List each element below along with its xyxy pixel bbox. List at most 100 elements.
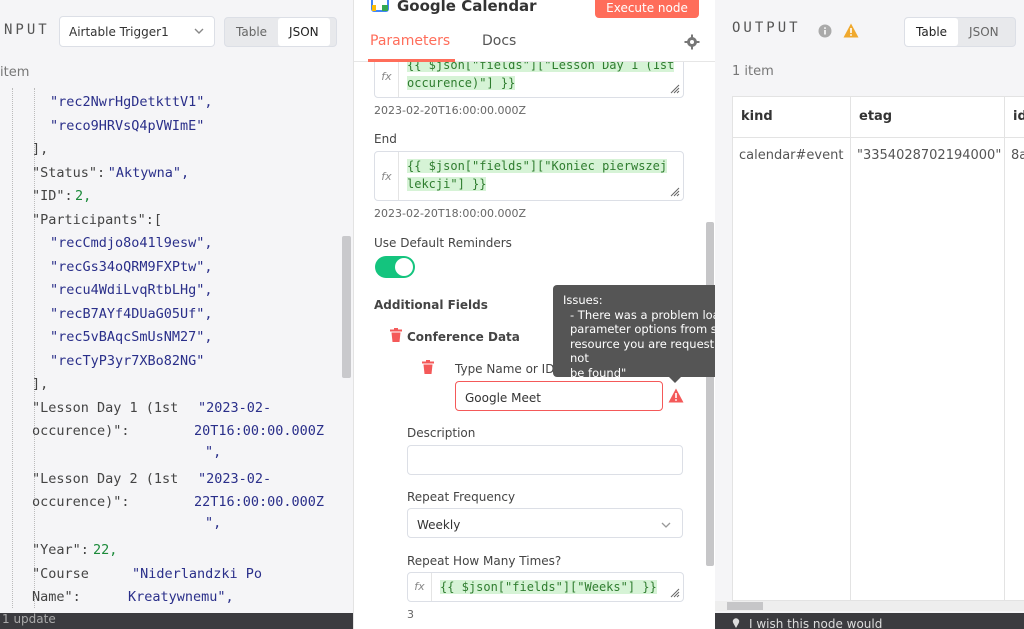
input-item-count: item xyxy=(0,65,30,80)
json-text: occurence)": xyxy=(32,423,130,439)
output-view-table[interactable]: Table xyxy=(905,18,959,46)
json-text: "rec2NwrHgDetkttV1", xyxy=(50,94,213,110)
start-expression-field[interactable]: fx {{ $json["fields"]["Lesson Day 1 (1st… xyxy=(374,62,684,98)
json-text: "Lesson Day 2 (1st xyxy=(32,471,179,487)
cell-kind: calendar#event xyxy=(733,138,851,600)
modal-scrollbar[interactable] xyxy=(706,222,714,566)
input-title: NPUT xyxy=(4,22,50,38)
json-text: ", xyxy=(205,515,222,531)
output-title: OUTPUT xyxy=(732,20,801,36)
json-text: "Participants":[ xyxy=(32,211,163,228)
warning-icon[interactable] xyxy=(668,388,684,403)
fx-icon: fx xyxy=(408,573,432,601)
output-item-count: 1 item xyxy=(732,64,774,79)
json-text: "rec5vBAqcSmUsNM27", xyxy=(50,329,213,345)
json-text: occurence)": xyxy=(32,494,130,510)
info-icon[interactable] xyxy=(818,24,832,38)
output-panel: OUTPUT Table JSON 1 item kind etag id ca… xyxy=(715,0,1024,629)
json-text: "recu4WdiLvqRtbLHg", xyxy=(50,282,213,298)
chevron-down-icon xyxy=(661,522,671,528)
google-calendar-icon xyxy=(371,0,389,12)
pin-icon xyxy=(732,618,740,628)
repeat-frequency-value: Weekly xyxy=(417,518,461,532)
repeat-frequency-select[interactable]: Weekly xyxy=(407,508,683,538)
gear-icon[interactable] xyxy=(684,34,700,50)
trash-icon[interactable] xyxy=(422,360,434,374)
end-hint: 2023-02-20T18:00:00.000Z xyxy=(374,207,527,220)
node-title[interactable]: Google Calendar xyxy=(397,0,537,15)
resize-handle-icon[interactable] xyxy=(670,84,680,94)
fx-icon: fx xyxy=(375,152,399,200)
cell-id: 8a xyxy=(1005,138,1024,600)
json-text: Kreatywnemu", xyxy=(128,589,234,605)
input-node-select-value: Airtable Trigger1 xyxy=(69,25,169,39)
json-text: 20T16:00:00.000Z xyxy=(194,423,325,439)
column-header-id[interactable]: id xyxy=(1005,97,1024,138)
description-input[interactable] xyxy=(407,445,683,475)
fx-icon: fx xyxy=(375,62,399,97)
input-view-toggle: Table JSON xyxy=(224,17,337,47)
repeat-frequency-label: Repeat Frequency xyxy=(407,490,516,504)
switch-knob xyxy=(395,258,413,276)
input-node-select[interactable]: Airtable Trigger1 xyxy=(59,16,215,47)
output-footer-text: I wish this node would xyxy=(749,617,883,629)
json-text: "recCmdjo8o41l9esw", xyxy=(50,235,213,251)
json-text: "2023-02- xyxy=(198,400,272,416)
end-expression-field[interactable]: fx {{ $json["fields"]["Koniec pierwszej … xyxy=(374,151,684,201)
input-view-json[interactable]: JSON xyxy=(278,18,330,46)
json-text: "2023-02- xyxy=(198,471,272,487)
chevron-down-icon xyxy=(194,28,204,34)
tab-parameters[interactable]: Parameters xyxy=(370,33,450,49)
json-text: 22, xyxy=(93,542,118,558)
type-name-input[interactable]: Google Meet xyxy=(455,381,663,411)
end-expression-code: {{ $json["fields"]["Koniec pierwszej lek… xyxy=(407,159,668,191)
json-text: "ID": xyxy=(32,188,73,204)
type-name-value: Google Meet xyxy=(465,391,541,405)
start-expression-code: {{ $json["fields"]["Lesson Day 1 (1st oc… xyxy=(407,62,675,92)
warning-icon[interactable] xyxy=(843,23,859,38)
json-text: "recTyP3yr7XBo82NG" xyxy=(50,352,205,369)
json-text: ], xyxy=(32,141,49,157)
json-text: ], xyxy=(32,376,49,392)
resize-handle-icon[interactable] xyxy=(670,588,680,598)
json-text: "Year": xyxy=(32,542,89,558)
json-text: Name": xyxy=(32,589,81,605)
repeat-times-expression-field[interactable]: fx {{ $json["fields"]["Weeks"] }} xyxy=(407,572,684,602)
input-footer: 1 update xyxy=(0,612,353,629)
output-hscrollbar[interactable] xyxy=(727,602,763,610)
default-reminders-switch[interactable] xyxy=(375,256,415,278)
end-label: End xyxy=(374,132,397,146)
json-text: "Aktywna", xyxy=(107,164,190,181)
trash-icon[interactable] xyxy=(390,328,402,342)
column-header-etag[interactable]: etag xyxy=(851,97,1005,138)
json-text: "Status": xyxy=(32,164,106,181)
json-text: "recB7AYf4DUaG05Uf", xyxy=(50,305,213,322)
column-header-kind[interactable]: kind xyxy=(733,97,851,138)
execute-node-button[interactable]: Execute node xyxy=(595,0,699,18)
json-text: 22T16:00:00.000Z xyxy=(194,494,325,510)
json-text: 2, xyxy=(75,188,92,204)
modal-header: Google Calendar Execute node Parameters … xyxy=(354,0,716,62)
input-scrollbar[interactable] xyxy=(342,236,351,378)
resize-handle-icon[interactable] xyxy=(670,187,680,197)
json-text: "recGs34oQRM9FXPtw", xyxy=(50,258,213,275)
tooltip-arrow xyxy=(669,377,681,383)
input-footer-text: 1 update xyxy=(2,612,56,626)
n8n-editor: NPUT Airtable Trigger1 Table JSON item "… xyxy=(0,0,1024,629)
repeat-times-code: {{ $json["fields"]["Weeks"] }} xyxy=(440,580,657,594)
output-view-json[interactable]: JSON xyxy=(958,18,1010,46)
input-view-table[interactable]: Table xyxy=(225,18,278,46)
repeat-times-label: Repeat How Many Times? xyxy=(407,554,562,568)
indent-guide xyxy=(12,88,13,608)
json-text: "Niderlandzki Po xyxy=(132,566,263,582)
description-label: Description xyxy=(407,426,476,440)
start-hint: 2023-02-20T16:00:00.000Z xyxy=(374,104,527,117)
conference-data-label: Conference Data xyxy=(407,330,520,344)
cell-etag: "3354028702194000" xyxy=(851,138,1005,600)
additional-fields-label: Additional Fields xyxy=(374,298,488,312)
json-viewer: "rec2NwrHgDetkttV1", "reco9HRVsQ4pVWImE"]… xyxy=(0,88,342,608)
repeat-times-hint: 3 xyxy=(407,608,414,621)
output-footer: I wish this node would xyxy=(715,613,1024,629)
json-text: "Course xyxy=(32,566,89,582)
tab-docs[interactable]: Docs xyxy=(482,33,516,49)
